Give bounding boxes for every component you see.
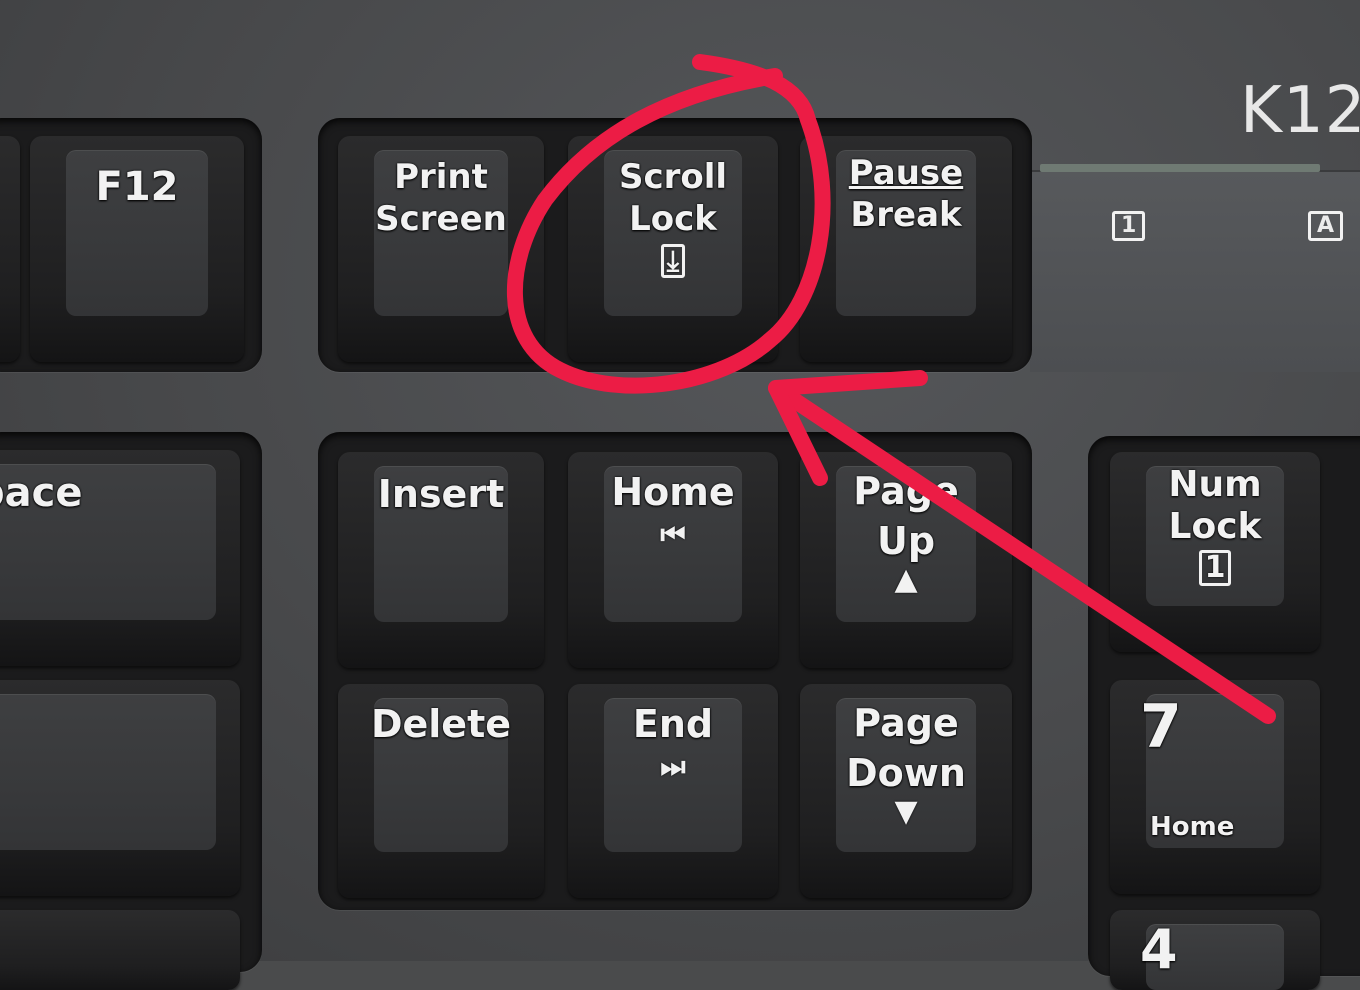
key-numpad-7[interactable]: 7 Home: [1110, 680, 1320, 894]
key-label-line1: Pause: [848, 153, 964, 193]
key-page-up[interactable]: Page Up ▲: [800, 452, 1012, 668]
key-label: Num Lock: [1110, 464, 1320, 548]
key-label-line2: Lock: [1168, 506, 1262, 547]
brand-label: K12: [1240, 74, 1360, 148]
end-icon: ⏭: [660, 750, 686, 783]
key-label: Scroll Lock: [568, 156, 778, 240]
key-label: F12: [95, 164, 179, 210]
indicator-panel: [1030, 170, 1360, 372]
home-icon: ⏮: [660, 518, 686, 551]
key-label-line1: Print: [394, 157, 488, 197]
num-lock-indicator: 1: [1112, 210, 1146, 241]
key-page-down[interactable]: Page Down ▼: [800, 684, 1012, 898]
key-label-line1: Num: [1168, 464, 1262, 505]
key-label-line1: Scroll: [618, 157, 728, 197]
key-label: End: [632, 702, 714, 746]
key-print-screen[interactable]: Print Screen: [338, 136, 544, 362]
key-scroll-lock[interactable]: Scroll Lock ⤓: [568, 136, 778, 362]
key-pause-break[interactable]: Pause Break: [800, 136, 1012, 362]
key-enter[interactable]: [0, 680, 240, 896]
keyboard-photo: K12 1 A F12 Print Screen Scroll Lock ⤓ P…: [0, 0, 1360, 990]
key-label-line2: Lock: [629, 199, 717, 239]
key-label: Pause Break: [800, 152, 1012, 236]
key-num-lock[interactable]: Num Lock 1: [1110, 452, 1320, 652]
key-label-line1: Page: [853, 469, 959, 513]
key-f11[interactable]: [0, 136, 20, 362]
key-label-line2: Screen: [375, 199, 507, 239]
key-label-line2: Down: [846, 751, 966, 795]
key-label: 4: [1140, 918, 1178, 981]
key-label: Home: [611, 470, 735, 514]
key-label-line2: Break: [850, 195, 962, 235]
key-label: pace: [0, 470, 83, 516]
key-numpad-4[interactable]: 4: [1110, 910, 1320, 990]
scroll-lock-icon: ⤓: [568, 244, 778, 278]
key-label-line1: Page: [853, 701, 959, 745]
num-lock-indicator-icon: 1: [1112, 211, 1146, 241]
led-strip: [1040, 164, 1320, 172]
arrow-down-icon: ▼: [894, 794, 918, 829]
key-label: Page Down: [800, 698, 1012, 798]
key-label: Delete: [370, 702, 512, 746]
key-insert[interactable]: Insert: [338, 452, 544, 668]
key-shift[interactable]: [0, 910, 240, 990]
num-lock-icon: 1: [1110, 550, 1320, 586]
key-label: 7: [1140, 692, 1182, 762]
caps-lock-indicator: A: [1308, 210, 1344, 241]
arrow-up-icon: ▲: [894, 562, 918, 597]
key-end[interactable]: End ⏭: [568, 684, 778, 898]
key-label: Print Screen: [338, 156, 544, 240]
key-label: Insert: [377, 472, 505, 516]
key-sublabel: Home: [1150, 812, 1235, 842]
key-home[interactable]: Home ⏮: [568, 452, 778, 668]
caps-lock-indicator-icon: A: [1308, 211, 1344, 241]
key-label-line2: Up: [876, 519, 936, 563]
key-delete[interactable]: Delete: [338, 684, 544, 898]
key-label: Page Up: [800, 466, 1012, 566]
key-f12[interactable]: F12: [30, 136, 244, 362]
key-backspace[interactable]: pace: [0, 450, 240, 666]
